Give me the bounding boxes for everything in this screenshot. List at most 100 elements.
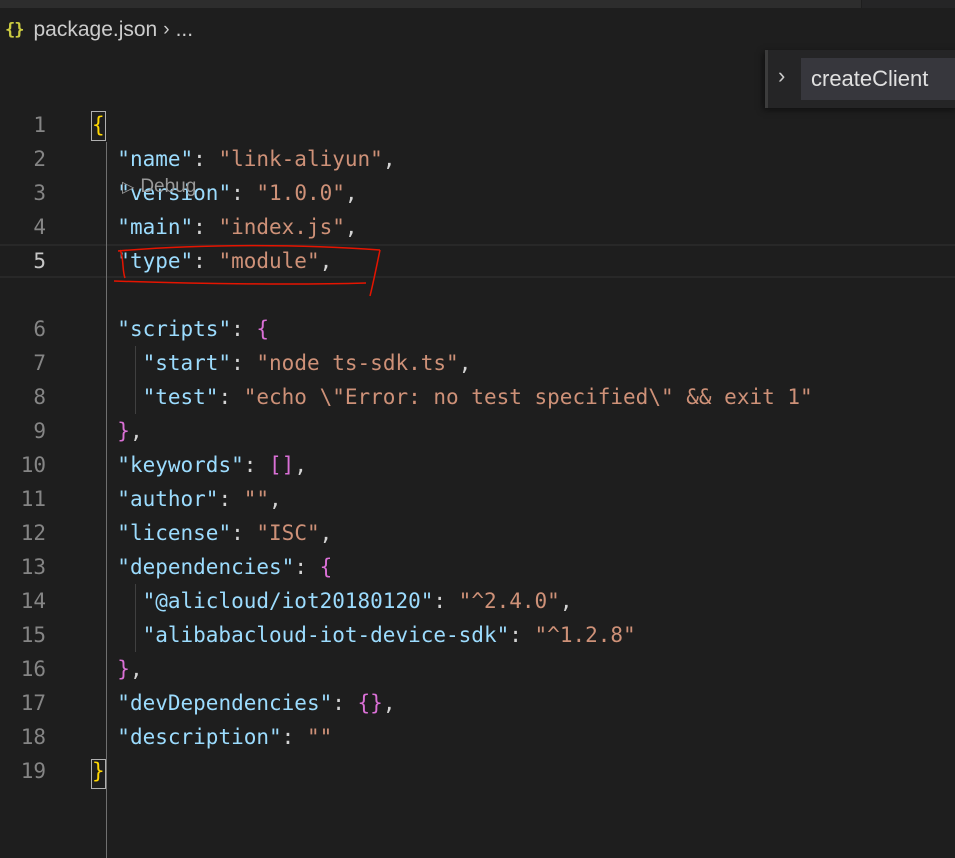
- line-number: 1: [33, 113, 46, 137]
- code-line[interactable]: 14 "@alicloud/iot20180120": "^2.4.0",: [0, 584, 955, 618]
- code-line[interactable]: 13 "dependencies": {: [0, 550, 955, 584]
- line-number: 18: [20, 725, 46, 749]
- code-text: }: [92, 754, 105, 788]
- line-number: 9: [33, 419, 46, 443]
- tab-strip: [0, 0, 955, 8]
- line-number: 7: [33, 351, 46, 375]
- editor-tab[interactable]: [170, 0, 403, 8]
- code-line[interactable]: 9 },: [0, 414, 955, 448]
- code-token: ,: [269, 487, 282, 511]
- code-token: "1.0.0": [256, 181, 345, 205]
- code-line[interactable]: 15 "alibabacloud-iot-device-sdk": "^1.2.…: [0, 618, 955, 652]
- chevron-right-icon: ›: [163, 19, 170, 40]
- code-text: "dependencies": {: [92, 550, 332, 584]
- code-token: }: [117, 657, 130, 681]
- code-text: "test": "echo \"Error: no test specified…: [92, 380, 813, 414]
- code-token: :: [231, 521, 257, 545]
- code-token: :: [218, 487, 244, 511]
- code-token: }: [92, 759, 105, 783]
- code-line[interactable]: 8 "test": "echo \"Error: no test specifi…: [0, 380, 955, 414]
- code-token: ,: [319, 249, 333, 273]
- code-token: "devDependencies": [117, 691, 333, 715]
- code-token: "main": [117, 215, 194, 239]
- code-line[interactable]: 19}: [0, 754, 955, 788]
- code-text: {: [92, 108, 105, 142]
- code-token: "scripts": [117, 317, 232, 341]
- code-token: :: [509, 623, 535, 647]
- sticky-scroll-label[interactable]: createClient: [801, 58, 955, 100]
- code-token: :: [193, 249, 219, 273]
- line-number: 16: [20, 657, 46, 681]
- code-token: :: [231, 181, 257, 205]
- breadcrumb-more[interactable]: ...: [176, 18, 194, 42]
- code-token: :: [218, 385, 244, 409]
- code-token: "name": [117, 147, 194, 171]
- code-token: :: [231, 317, 257, 341]
- code-text: "license": "ISC",: [92, 516, 332, 550]
- chevron-right-icon[interactable]: ›: [778, 63, 785, 89]
- code-line[interactable]: 16 },: [0, 652, 955, 686]
- line-number: 5: [33, 249, 46, 273]
- code-token: "ISC": [256, 521, 320, 545]
- code-token: "dependencies": [117, 555, 295, 579]
- code-token: :: [193, 147, 219, 171]
- code-text: },: [92, 414, 142, 448]
- play-triangle-icon: ▷: [122, 179, 135, 196]
- code-token: :: [294, 555, 320, 579]
- editor-tab[interactable]: [618, 0, 862, 8]
- code-text: "author": "",: [92, 482, 282, 516]
- line-number: 6: [33, 317, 46, 341]
- codelens-label: Debug: [140, 176, 197, 197]
- line-number: 10: [20, 453, 46, 477]
- sticky-scroll-widget[interactable]: › createClient: [765, 50, 955, 108]
- editor-tab[interactable]: [402, 0, 619, 8]
- code-line[interactable]: 1{: [0, 108, 955, 142]
- code-token: :: [193, 215, 219, 239]
- code-token: "start": [142, 351, 232, 375]
- code-token: "": [306, 725, 333, 749]
- code-token: ,: [129, 657, 143, 681]
- code-line[interactable]: 11 "author": "",: [0, 482, 955, 516]
- code-line[interactable]: 17 "devDependencies": {},: [0, 686, 955, 720]
- code-token: {: [319, 555, 333, 579]
- code-text: "alibabacloud-iot-device-sdk": "^1.2.8": [92, 618, 636, 652]
- editor-tab[interactable]: [0, 0, 171, 8]
- breadcrumb-file[interactable]: package.json: [33, 18, 157, 42]
- code-line[interactable]: 6 "scripts": {: [0, 312, 955, 346]
- code-token: "test": [142, 385, 219, 409]
- code-token: "link-aliyun": [218, 147, 383, 171]
- code-token: "^1.2.8": [534, 623, 636, 647]
- code-token: "author": [117, 487, 219, 511]
- code-token: :: [281, 725, 307, 749]
- code-token: "": [243, 487, 270, 511]
- code-token: "keywords": [117, 453, 244, 477]
- code-text: "description": "": [92, 720, 332, 754]
- code-line[interactable]: 5 "type": "module",: [0, 244, 955, 278]
- code-line[interactable]: 12 "license": "ISC",: [0, 516, 955, 550]
- code-token: "index.js": [218, 215, 345, 239]
- code-line[interactable]: 7 "start": "node ts-sdk.ts",: [0, 346, 955, 380]
- code-token: "description": [117, 725, 282, 749]
- code-token: {: [256, 317, 270, 341]
- code-text: "start": "node ts-sdk.ts",: [92, 346, 472, 380]
- code-line[interactable]: 4 "main": "index.js",: [0, 210, 955, 244]
- line-number: 12: [20, 521, 46, 545]
- code-line[interactable]: 10 "keywords": [],: [0, 448, 955, 482]
- code-text: "scripts": {: [92, 312, 269, 346]
- codelens-debug[interactable]: ▷ Debug: [122, 170, 196, 204]
- code-line[interactable]: 18 "description": "": [0, 720, 955, 754]
- line-number: 14: [20, 589, 46, 613]
- annotation-stroke-bottom: [113, 280, 367, 285]
- code-token: ,: [344, 215, 358, 239]
